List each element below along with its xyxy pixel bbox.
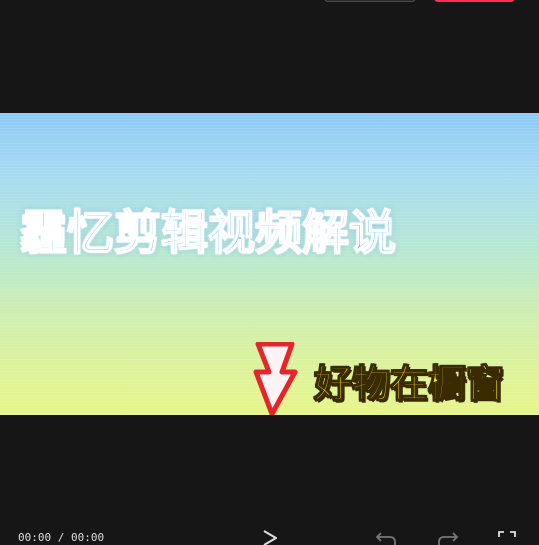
total-time: 00:00 xyxy=(71,531,105,544)
fullscreen-icon[interactable] xyxy=(496,529,518,545)
video-preview-canvas[interactable]: 霾忆剪辑视频解说 好物在橱窗 xyxy=(0,113,539,415)
playback-controls: 00:00 / 00:00 xyxy=(0,525,539,545)
export-secondary-button[interactable] xyxy=(324,0,416,2)
current-time: 00:00 xyxy=(18,531,52,544)
time-separator: / xyxy=(51,531,71,544)
playback-time: 00:00 / 00:00 xyxy=(18,531,104,544)
undo-icon[interactable] xyxy=(375,529,397,545)
redo-icon[interactable] xyxy=(437,529,459,545)
play-icon[interactable] xyxy=(258,529,280,545)
shop-overlay-text[interactable]: 好物在橱窗 xyxy=(313,364,504,403)
down-arrow-icon[interactable] xyxy=(252,342,298,415)
export-primary-button[interactable] xyxy=(434,0,515,2)
title-overlay-text[interactable]: 霾忆剪辑视频解说 xyxy=(19,209,520,258)
top-toolbar xyxy=(0,0,539,12)
